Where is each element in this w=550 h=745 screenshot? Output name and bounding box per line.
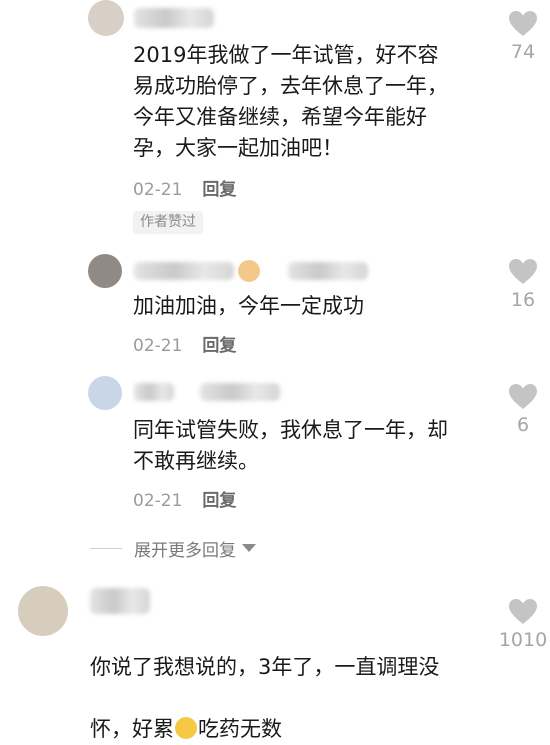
username-blurred[interactable] <box>134 262 234 280</box>
reply-button[interactable]: 回复 <box>202 336 236 356</box>
dog-face-icon <box>238 260 260 282</box>
heart-icon <box>509 599 537 624</box>
comment-date: 02-21 <box>133 491 183 511</box>
expand-more-replies[interactable]: 展开更多回复 <box>90 536 256 561</box>
avatar[interactable] <box>88 0 124 36</box>
author-liked-badge: 作者赞过 <box>133 211 203 234</box>
comment-text-line2a: 怀，好累 <box>90 717 174 741</box>
like-count: 1010 <box>498 629 548 651</box>
replied-to-username-blurred[interactable] <box>288 262 368 280</box>
username-blurred[interactable] <box>90 588 150 614</box>
avatar[interactable] <box>88 254 122 288</box>
crying-face-icon <box>175 717 197 739</box>
comment-date: 02-21 <box>133 336 183 356</box>
replied-to-username-blurred[interactable] <box>200 383 280 401</box>
comment-text: 同年试管失败，我休息了一年，却 不敢再继续。 <box>133 418 448 473</box>
heart-icon <box>509 384 537 409</box>
heart-icon <box>509 259 537 284</box>
divider <box>90 547 122 549</box>
comment-text: 加油加油，今年一定成功 <box>133 294 364 318</box>
comment-meta: 02-21 回复 <box>133 178 236 202</box>
like-button[interactable]: 6 <box>496 383 550 436</box>
comment-meta: 02-21 回复 <box>133 489 236 513</box>
like-count: 74 <box>510 41 536 63</box>
like-count: 16 <box>510 289 536 311</box>
comment-text-line1: 你说了我想说的，3年了，一直调理没 <box>90 655 440 679</box>
like-button[interactable]: 16 <box>496 258 550 311</box>
triangle-down-icon <box>242 544 256 552</box>
like-button[interactable]: 1010 <box>496 598 550 651</box>
reply-button[interactable]: 回复 <box>202 180 236 200</box>
comment-meta: 02-21 回复 <box>133 334 236 358</box>
reply-button[interactable]: 回复 <box>202 491 236 511</box>
comment-text: 你说了我想说的，3年了，一直调理没 怀，好累 吃药无数 <box>90 621 439 745</box>
like-button[interactable]: 74 <box>496 10 550 63</box>
username-blurred[interactable] <box>134 8 214 28</box>
avatar[interactable] <box>88 376 122 410</box>
avatar[interactable] <box>18 586 68 636</box>
like-count: 6 <box>516 414 530 436</box>
username-blurred[interactable] <box>134 383 174 401</box>
comment-text-line2b: 吃药无数 <box>198 717 282 741</box>
comment-date: 02-21 <box>133 180 183 200</box>
heart-icon <box>509 11 537 36</box>
comment-text: 2019年我做了一年试管，好不容 易成功胎停了，去年休息了一年， 今年又准备继续… <box>133 43 448 160</box>
expand-more-replies-label: 展开更多回复 <box>134 540 236 561</box>
